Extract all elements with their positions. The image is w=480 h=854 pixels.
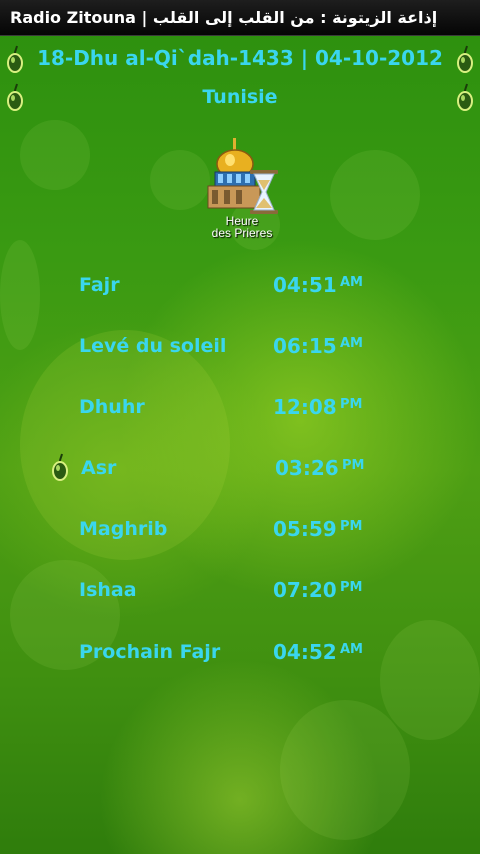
country-label: Tunisie	[202, 86, 278, 108]
prayer-name: Prochain Fajr	[79, 641, 221, 663]
olive-icon	[52, 453, 68, 481]
logo-title-line2: des Prieres	[211, 226, 273, 240]
prayer-name: Dhuhr	[79, 396, 145, 418]
prayer-name: Fajr	[79, 274, 120, 296]
prayer-time: 03:26	[275, 456, 339, 480]
prayer-time: 06:15	[273, 334, 337, 358]
prayer-time: 07:20	[273, 578, 337, 602]
prayer-ampm: AM	[340, 642, 363, 657]
prayer-ampm: AM	[340, 275, 363, 290]
prayer-row-asr: Asr 03:26 PM	[0, 448, 480, 488]
prayer-name: Maghrib	[79, 518, 168, 540]
bokeh-circle	[20, 120, 90, 190]
prayer-row-dhuhr: Dhuhr 12:08 PM	[0, 387, 480, 427]
background	[0, 0, 480, 854]
prayer-name: Asr	[81, 457, 117, 479]
bokeh-circle	[330, 150, 420, 240]
prayer-times-logo[interactable]: Heure des Prieres	[200, 136, 284, 242]
prayer-time: 05:59	[273, 517, 337, 541]
prayer-row-maghrib: Maghrib 05:59 PM	[0, 509, 480, 549]
prayer-ampm: PM	[340, 519, 363, 534]
window-title: Radio Zitouna | إذاعة الزيتونة : من القل…	[0, 0, 480, 36]
prayer-time: 12:08	[273, 395, 337, 419]
prayer-ampm: PM	[342, 458, 365, 473]
prayer-ampm: AM	[340, 336, 363, 351]
prayer-ampm: PM	[340, 397, 363, 412]
prayer-row-ishaa: Ishaa 07:20 PM	[0, 570, 480, 610]
prayer-ampm: PM	[340, 580, 363, 595]
prayer-name: Levé du soleil	[79, 335, 227, 357]
prayer-row-sunrise: Levé du soleil 06:15 AM	[0, 326, 480, 366]
prayer-row-next-fajr: Prochain Fajr 04:52 AM	[0, 632, 480, 672]
prayer-time: 04:52	[273, 640, 337, 664]
prayer-row-fajr: Fajr 04:51 AM	[0, 265, 480, 305]
prayer-name: Ishaa	[79, 579, 137, 601]
mosque-hourglass-icon	[207, 138, 278, 214]
prayer-time: 04:51	[273, 273, 337, 297]
bokeh-circle	[280, 700, 410, 840]
hijri-gregorian-date: 18-Dhu al-Qi`dah-1433 | 04-10-2012	[37, 46, 443, 70]
